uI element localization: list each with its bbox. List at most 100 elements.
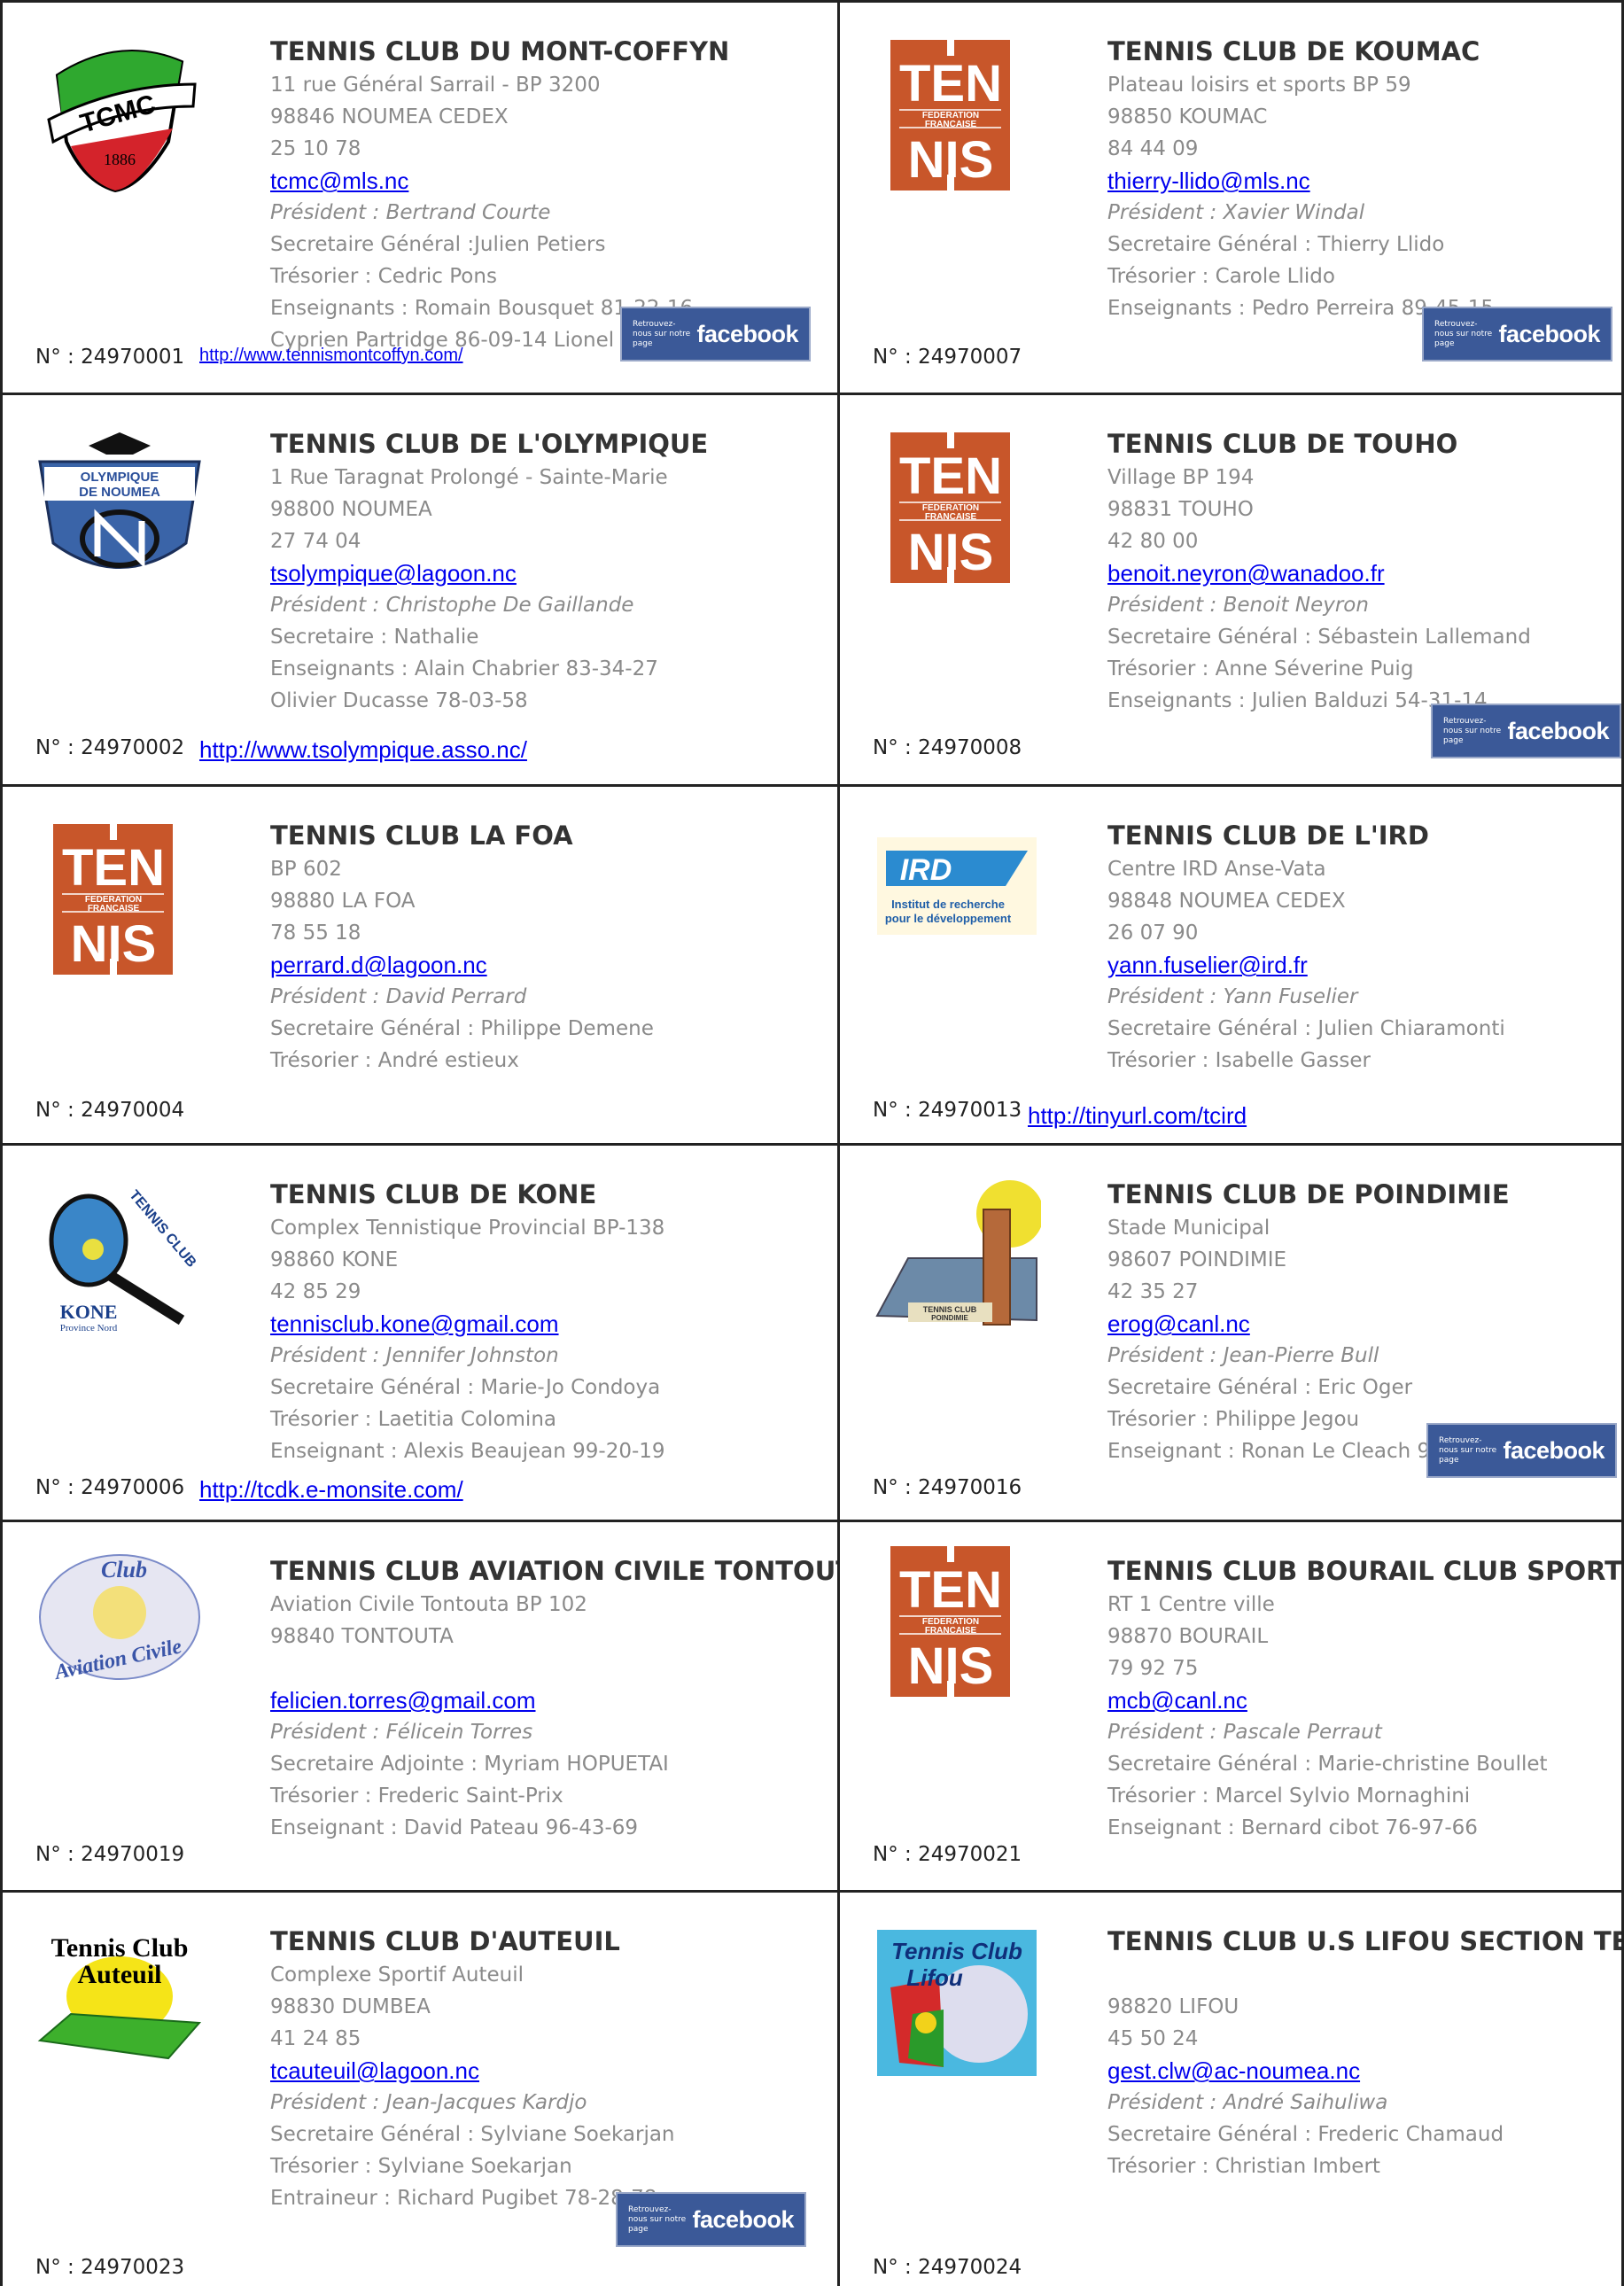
officer-line: Trésorier : Anne Séverine Puig: [1107, 657, 1414, 680]
officer-line: Secretaire Général : Sébastein Lallemand: [1107, 626, 1531, 649]
website-link[interactable]: http://tinyurl.com/tcird: [1028, 1102, 1247, 1130]
club-number: N° : 24970004: [35, 1099, 185, 1122]
website-link[interactable]: http://www.tsolympique.asso.nc/: [199, 736, 527, 764]
officer-line: Trésorier : André estieux: [270, 1049, 519, 1072]
address-line: Stade Municipal: [1107, 1217, 1270, 1240]
auteuil-court-logo: Tennis Club Auteuil: [35, 1925, 204, 2085]
club-number: N° : 24970001: [35, 346, 185, 369]
address-line: 42 85 29: [270, 1280, 361, 1303]
facebook-icon: facebook: [692, 2205, 794, 2233]
ball: [82, 1239, 104, 1260]
club-number: N° : 24970016: [873, 1476, 1022, 1499]
address-line: BP 602: [270, 858, 342, 881]
facebook-badge[interactable]: Retrouvez-nous sur notre page facebook: [1431, 704, 1621, 758]
email-link[interactable]: thierry-llido@mls.nc: [1107, 165, 1617, 197]
poindimie-court-logo: TENNIS CLUB POINDIMIE: [873, 1178, 1044, 1338]
row-divider: [0, 1890, 1624, 1893]
address-line: 1 Rue Taragnat Prolongé - Sainte-Marie: [270, 466, 668, 489]
email-link[interactable]: yann.fuselier@ird.fr: [1107, 949, 1617, 981]
logo-text: Club: [101, 1557, 147, 1582]
officer-line: Enseignants : Alain Chabrier 83-34-27: [270, 657, 658, 680]
officer-line: Trésorier : Sylviane Soekarjan: [270, 2155, 572, 2178]
club-info: TENNIS CLUB LA FOA BP 602 98880 LA FOA 78 5…: [270, 818, 830, 1077]
facebook-badge[interactable]: Retrouvez-nous sur notre page facebook: [1422, 307, 1612, 362]
club-number: N° : 24970013: [873, 1099, 1022, 1122]
logo-text: IRD: [900, 853, 952, 887]
club-info: TENNIS CLUB U.S LIFOU SECTION TENNIS 988…: [1107, 1924, 1624, 2182]
fft-tennis-logo: TEN FEDERATION FRANCAISE NIS: [873, 1542, 1041, 1701]
officer-line: Secretaire Général : Marie-christine Bou…: [1107, 1753, 1548, 1776]
email-link[interactable]: tcauteuil@lagoon.nc: [270, 2055, 830, 2087]
club-number: N° : 24970024: [873, 2256, 1022, 2279]
address-line: 98831 TOUHO: [1107, 498, 1254, 521]
president-line: Président : Félicein Torres: [270, 1721, 533, 1744]
logo-text: TENNIS CLUB: [923, 1305, 977, 1314]
email-link[interactable]: tennisclub.kone@gmail.com: [270, 1308, 830, 1340]
address-line: 98860 KONE: [270, 1248, 399, 1271]
address-line: Complexe Sportif Auteuil: [270, 1963, 524, 1987]
club-name: TENNIS CLUB DE KONE: [270, 1179, 597, 1209]
facebook-badge[interactable]: Retrouvez-nous sur notre page facebook: [616, 2192, 806, 2247]
address-line: 41 24 85: [270, 2027, 361, 2050]
president-line: Président : André Saihuliwa: [1107, 2091, 1388, 2114]
email-link[interactable]: felicien.torres@gmail.com: [270, 1684, 830, 1716]
email-link[interactable]: erog@canl.nc: [1107, 1308, 1617, 1340]
club-card: OLYMPIQUE DE NOUMEA TENNIS CLUB DE L'OLYMP…: [0, 393, 837, 784]
president-line: Président : Xavier Windal: [1107, 201, 1365, 224]
email-link[interactable]: tsolympique@lagoon.nc: [270, 557, 830, 589]
club-name: TENNIS CLUB DE KOUMAC: [1107, 36, 1480, 66]
address-line: [1107, 1959, 1617, 1991]
officer-line: Secretaire Général : Eric Oger: [1107, 1376, 1413, 1399]
president-line: Président : Yann Fuselier: [1107, 985, 1358, 1008]
officer-line: Trésorier : Carole Llido: [1107, 265, 1335, 288]
officer-line: Trésorier : Cedric Pons: [270, 265, 497, 288]
club-info: TENNIS CLUB DE L'OLYMPIQUE 1 Rue Taragnat…: [270, 426, 830, 717]
email-link[interactable]: benoit.neyron@wanadoo.fr: [1107, 557, 1617, 589]
logo-text: TEN: [899, 1561, 1002, 1619]
logo-text: DE NOUMEA: [79, 485, 160, 500]
officer-line: Olivier Ducasse 78-03-58: [270, 689, 528, 712]
logo-text: FRANCAISE: [88, 904, 140, 914]
email-link[interactable]: tcmc@mls.nc: [270, 165, 830, 197]
border-line: [837, 0, 840, 2286]
lifou-island-logo: Tennis Club Lifou: [873, 1925, 1041, 2085]
facebook-caption: Retrouvez-nous sur notre page: [1439, 1435, 1497, 1465]
logo-text: KONE: [60, 1301, 118, 1323]
club-directory-grid: TCMC 1886 TENNIS CLUB DU MONT-COFFYN 11 rue…: [0, 0, 1624, 2286]
website-link[interactable]: http://tcdk.e-monsite.com/: [199, 1476, 463, 1504]
facebook-badge[interactable]: Retrouvez-nous sur notre page facebook: [620, 307, 811, 362]
logo-text: TEN: [899, 55, 1002, 113]
officer-line: Enseignant : Alexis Beaujean 99-20-19: [270, 1440, 665, 1463]
website-link[interactable]: http://www.tennismontcoffyn.com/: [199, 346, 463, 366]
address-line: 98846 NOUMEA CEDEX: [270, 105, 509, 128]
logo-text: Lifou: [906, 1964, 963, 1991]
president-line: Président : Bertrand Courte: [270, 201, 551, 224]
logo-text: NIS: [908, 524, 994, 581]
logo-text: OLYMPIQUE: [81, 470, 159, 485]
email-link[interactable]: gest.clw@ac-noumea.nc: [1107, 2055, 1617, 2087]
address-line: 27 74 04: [270, 530, 361, 553]
border-line: [0, 0, 3, 2286]
address-line: 84 44 09: [1107, 137, 1199, 160]
facebook-caption: Retrouvez-nous sur notre page: [628, 2204, 687, 2234]
logo-text: FRANCAISE: [925, 120, 977, 129]
email-link[interactable]: mcb@canl.nc: [1107, 1684, 1617, 1716]
facebook-badge[interactable]: Retrouvez-nous sur notre page facebook: [1426, 1423, 1617, 1478]
ird-institute-logo: IRD Institut de recherche pour le développ…: [873, 820, 1041, 979]
address-line: Village BP 194: [1107, 466, 1255, 489]
club-name: TENNIS CLUB U.S LIFOU SECTION TENNIS: [1107, 1926, 1624, 1956]
logo-text: TENNIS CLUB: [126, 1187, 198, 1270]
address-line: 11 rue Général Sarrail - BP 3200: [270, 74, 601, 97]
row-divider: [0, 1143, 1624, 1146]
logo-text: Tennis Club: [51, 1933, 189, 1963]
club-number: N° : 24970021: [873, 1843, 1022, 1866]
address-line: 98850 KOUMAC: [1107, 105, 1268, 128]
club-name: TENNIS CLUB DE L'OLYMPIQUE: [270, 429, 709, 459]
officer-line: Secretaire Général : Julien Chiaramonti: [1107, 1017, 1505, 1040]
address-line: 25 10 78: [270, 137, 361, 160]
tcmc-shield-logo: TCMC 1886: [35, 35, 204, 195]
club-info: TENNIS CLUB DE KOUMAC Plateau loisirs et …: [1107, 34, 1617, 324]
officer-line: Trésorier : Frederic Saint-Prix: [270, 1784, 563, 1808]
email-link[interactable]: perrard.d@lagoon.nc: [270, 949, 830, 981]
address-line: 42 80 00: [1107, 530, 1199, 553]
